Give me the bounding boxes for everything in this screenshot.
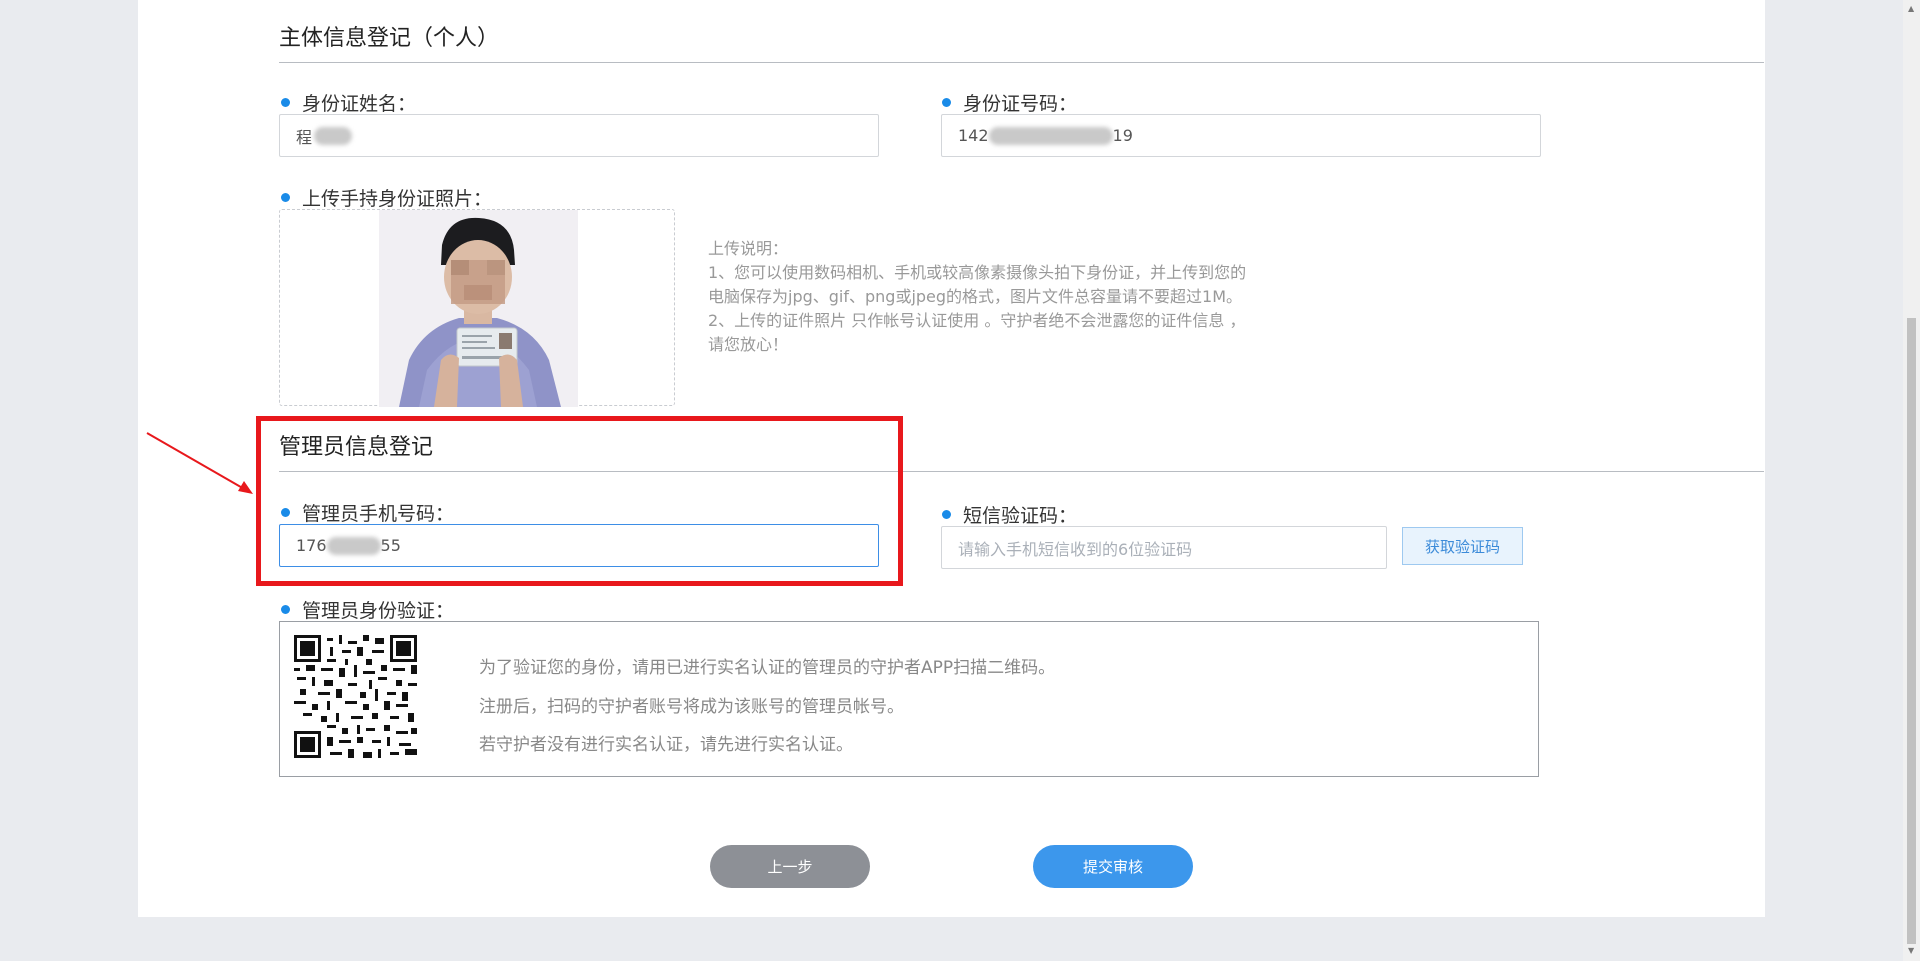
id-name-label: 身份证姓名： [281, 89, 416, 116]
divider [279, 62, 1764, 63]
redacted-mask [988, 126, 1113, 145]
annotation-highlight-box [256, 416, 903, 586]
blue-dot-icon [281, 605, 290, 614]
vertical-scrollbar[interactable]: ▲ ▼ [1903, 0, 1920, 961]
person-holding-id-image [379, 210, 578, 407]
get-sms-code-button[interactable]: 获取验证码 [1402, 527, 1523, 565]
red-arrow-icon [146, 432, 253, 494]
id-number-input[interactable]: 142 19 [941, 114, 1541, 157]
blue-dot-icon [942, 98, 951, 107]
verify-text-2: 注册后，扫码的守护者账号将成为该账号的管理员帐号。 [479, 697, 904, 717]
id-name-input[interactable]: 程 [279, 114, 879, 157]
scrollbar-thumb[interactable] [1907, 318, 1916, 944]
verify-text-3: 若守护者没有进行实名认证，请先进行实名认证。 [479, 735, 853, 755]
prev-step-button[interactable]: 上一步 [710, 845, 870, 888]
submit-review-button[interactable]: 提交审核 [1033, 845, 1193, 888]
blue-dot-icon [281, 98, 290, 107]
id-photo-preview [379, 210, 578, 407]
admin-verify-label: 管理员身份验证： [281, 596, 454, 623]
upload-label: 上传手持身份证照片： [281, 184, 492, 211]
id-photo-upload[interactable] [279, 209, 675, 407]
admin-verify-panel: 为了验证您的身份，请用已进行实名认证的管理员的守护者APP扫描二维码。 注册后，… [279, 621, 1539, 777]
sms-code-input[interactable]: 请输入手机短信收到的6位验证码 [941, 526, 1387, 569]
scroll-down-icon[interactable]: ▼ [1908, 946, 1914, 955]
verify-text-1: 为了验证您的身份，请用已进行实名认证的管理员的守护者APP扫描二维码。 [479, 658, 1056, 678]
blue-dot-icon [942, 510, 951, 519]
sms-code-label: 短信验证码： [942, 501, 1077, 528]
blue-dot-icon [281, 193, 290, 202]
scroll-up-icon[interactable]: ▲ [1908, 4, 1914, 13]
id-number-label: 身份证号码： [942, 89, 1077, 116]
upload-notes: 上传说明： 1、您可以使用数码相机、手机或较高像素摄像头拍下身份证，并上传到您的… [708, 239, 1247, 354]
section-title-subject: 主体信息登记（个人） [279, 26, 500, 51]
qr-code-icon[interactable] [294, 635, 417, 758]
redacted-mask [314, 126, 353, 145]
